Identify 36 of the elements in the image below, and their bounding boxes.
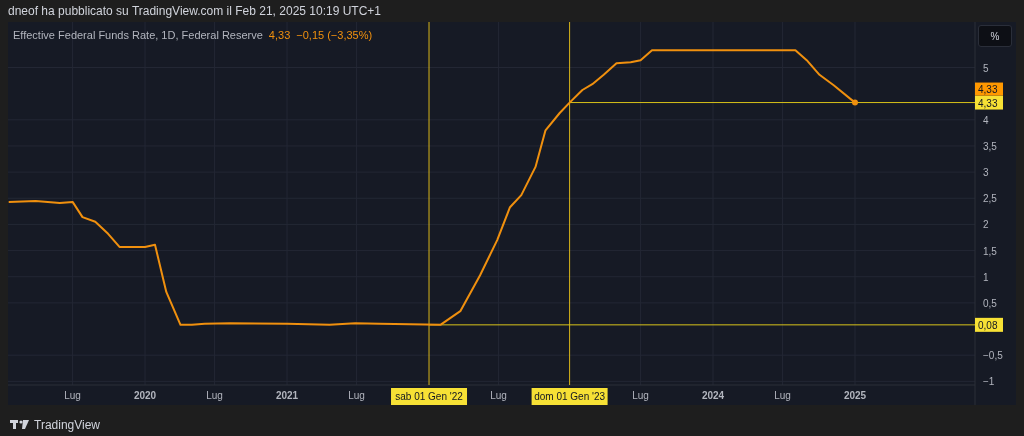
percent-scale-button[interactable]: %	[978, 25, 1012, 47]
brand-name: TradingView	[34, 417, 101, 434]
axis-label: 2024	[701, 390, 725, 401]
axis-label: 5	[983, 62, 989, 74]
last-value-dot	[852, 99, 858, 106]
axis-label: 0,5	[983, 297, 997, 309]
axis-label: Lug	[774, 390, 791, 401]
date-label: sab 01 Gen '22	[391, 388, 467, 405]
ref-line-label: 0,08	[978, 319, 998, 331]
price-label: 0,08	[975, 317, 1003, 332]
axis-label: 3	[983, 167, 989, 179]
change-value: −0,15 (−3,35%)	[296, 28, 373, 43]
last-price-label: 4,33	[975, 82, 1003, 96]
axis-label: 1,5	[983, 245, 997, 257]
byline-text: dneof ha pubblicato su TradingView.com il Feb 21, 2025 10:19 UTC+1	[8, 3, 382, 20]
axis-label: −0,5	[983, 350, 1003, 362]
series-title: Effective Federal Funds Rate, 1D, Federal Reserve	[13, 28, 263, 43]
axis-label: 2020	[133, 390, 157, 401]
axis-label: 2,5	[983, 193, 997, 205]
date-label: dom 01 Gen '23	[531, 388, 608, 405]
axis-label: 2025	[843, 390, 867, 401]
axis-label: Lug	[490, 390, 507, 401]
ref-line-label: sab 01 Gen '22	[395, 391, 464, 402]
axis-label: Lug	[64, 390, 81, 401]
axis-label: Lug	[206, 390, 223, 401]
axis-label: 2	[983, 219, 989, 231]
axis-label: Lug	[348, 390, 365, 401]
axis-label: 1	[983, 271, 989, 283]
ref-line-label: 4,33	[978, 97, 998, 109]
logo-icon	[10, 420, 30, 430]
axis-label: Lug	[632, 390, 649, 401]
axis-label: 4	[983, 114, 989, 126]
axis-label: 3,5	[983, 140, 997, 152]
axis-label: 2021	[275, 390, 299, 401]
last-value: 4,33	[268, 28, 291, 43]
axis-label: −1	[983, 376, 995, 388]
